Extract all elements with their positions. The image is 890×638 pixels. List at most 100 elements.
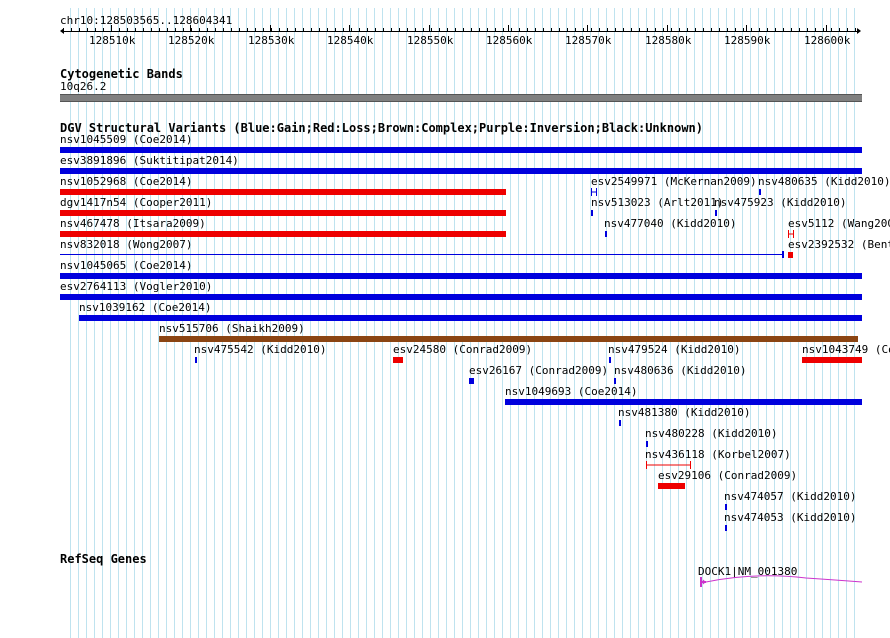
dgv-feature-label[interactable]: nsv1049693 (Coe2014) — [505, 386, 637, 398]
ruler-minor-tick — [639, 28, 640, 31]
dgv-feature-label[interactable]: nsv480228 (Kidd2010) — [645, 428, 777, 440]
dgv-feature-label[interactable]: esv24580 (Conrad2009) — [393, 344, 532, 356]
dgv-feature-bar[interactable] — [614, 378, 616, 384]
dgv-feature-label[interactable]: nsv1052968 (Coe2014) — [60, 176, 192, 188]
ruler-minor-tick — [727, 28, 728, 31]
dgv-feature-label[interactable]: nsv1039162 (Coe2014) — [79, 302, 211, 314]
dgv-feature-label[interactable]: nsv513023 (Arlt2011) — [591, 197, 723, 209]
dgv-feature-bar[interactable] — [60, 210, 506, 216]
grid-line — [494, 8, 495, 638]
dgv-feature-bar[interactable] — [60, 231, 506, 237]
dgv-feature-label[interactable]: esv5112 (Wang2008 — [788, 218, 890, 230]
ruler-minor-tick — [855, 28, 856, 31]
dgv-feature-label[interactable]: nsv515706 (Shaikh2009) — [159, 323, 305, 335]
dgv-feature-bar[interactable] — [60, 294, 862, 300]
dgv-feature-label[interactable]: nsv477040 (Kidd2010) — [604, 218, 736, 230]
grid-line — [838, 8, 839, 638]
dgv-feature-label[interactable]: nsv481380 (Kidd2010) — [618, 407, 750, 419]
ruler-minor-tick — [783, 28, 784, 31]
ruler-minor-tick — [711, 28, 712, 31]
dgv-feature-bar[interactable] — [759, 189, 761, 195]
dgv-feature-bar[interactable] — [591, 188, 598, 196]
dgv-feature-label[interactable]: nsv475542 (Kidd2010) — [194, 344, 326, 356]
dgv-feature-label[interactable]: nsv1045509 (Coe2014) — [60, 134, 192, 146]
ruler-minor-tick — [167, 28, 168, 31]
dgv-feature-bar[interactable] — [609, 357, 611, 363]
dgv-feature-bar[interactable] — [605, 231, 607, 237]
ruler-major-tick — [667, 25, 668, 31]
dgv-feature-label[interactable]: nsv436118 (Korbel2007) — [645, 449, 791, 461]
ruler-minor-tick — [791, 28, 792, 31]
ruler-minor-tick — [279, 28, 280, 31]
dgv-feature-bar[interactable] — [788, 230, 795, 238]
dgv-feature-bar[interactable] — [195, 357, 197, 363]
ruler-minor-tick — [823, 28, 824, 31]
ruler-minor-tick — [215, 28, 216, 31]
grid-line — [150, 8, 151, 638]
ruler-major-tick — [746, 25, 747, 31]
dgv-feature-label[interactable]: dgv1417n54 (Cooper2011) — [60, 197, 212, 209]
ruler-right-arrow — [857, 28, 861, 34]
dgv-feature-bar[interactable] — [646, 461, 692, 469]
cytoband-bar[interactable] — [60, 94, 862, 102]
ruler-minor-tick — [359, 28, 360, 31]
dgv-feature-bar[interactable] — [591, 210, 593, 216]
dgv-feature-label[interactable]: nsv480636 (Kidd2010) — [614, 365, 746, 377]
dgv-feature-label[interactable]: nsv467478 (Itsara2009) — [60, 218, 206, 230]
dgv-feature-label[interactable]: esv3891896 (Suktitipat2014) — [60, 155, 239, 167]
dgv-feature-bar[interactable] — [60, 254, 782, 255]
grid-line — [590, 8, 591, 638]
dgv-feature-label[interactable]: esv29106 (Conrad2009) — [658, 470, 797, 482]
dgv-feature-label[interactable]: nsv1045065 (Coe2014) — [60, 260, 192, 272]
dgv-feature-label[interactable]: nsv832018 (Wong2007) — [60, 239, 192, 251]
grid-line — [438, 8, 439, 638]
dgv-feature-bar[interactable] — [393, 357, 403, 363]
dgv-feature-label[interactable]: nsv474053 (Kidd2010) — [724, 512, 856, 524]
dgv-feature-bar[interactable] — [715, 210, 717, 216]
ruler-minor-tick — [231, 28, 232, 31]
gene-model[interactable] — [696, 574, 866, 590]
ruler-minor-tick — [559, 28, 560, 31]
ruler-major-tick — [587, 25, 588, 31]
dgv-feature-bar[interactable] — [469, 378, 474, 384]
ruler-minor-tick — [119, 28, 120, 31]
grid-line — [534, 8, 535, 638]
dgv-feature-label[interactable]: esv2764113 (Vogler2010) — [60, 281, 212, 293]
dgv-feature-bar[interactable] — [646, 441, 648, 447]
grid-line — [422, 8, 423, 638]
ruler-minor-tick — [535, 28, 536, 31]
grid-line — [806, 8, 807, 638]
dgv-feature-label[interactable]: esv2549971 (McKernan2009) — [591, 176, 757, 188]
dgv-feature-bar[interactable] — [505, 399, 862, 405]
dgv-feature-bar[interactable] — [79, 315, 862, 321]
dgv-feature-label[interactable]: esv26167 (Conrad2009) — [469, 365, 608, 377]
dgv-feature-label[interactable]: nsv480635 (Kidd2010) — [758, 176, 890, 188]
ruler-minor-tick — [351, 28, 352, 31]
dgv-feature-bar[interactable] — [725, 525, 727, 531]
dgv-feature-label[interactable]: nsv479524 (Kidd2010) — [608, 344, 740, 356]
ruler-tick-label: 128600k — [804, 34, 851, 47]
ruler-minor-tick — [455, 28, 456, 31]
dgv-feature-label[interactable]: esv2392532 (Bentl — [788, 239, 890, 251]
dgv-feature-bar[interactable] — [60, 168, 862, 174]
dgv-feature-bar[interactable] — [619, 420, 621, 426]
dgv-feature-label[interactable]: nsv475923 (Kidd2010) — [714, 197, 846, 209]
genome-browser-view: chr10:128503565..128604341 128510k 128520… — [0, 0, 890, 638]
dgv-feature-bar[interactable] — [60, 147, 862, 153]
dgv-feature-label[interactable]: nsv474057 (Kidd2010) — [724, 491, 856, 503]
dgv-feature-bar[interactable] — [725, 504, 727, 510]
grid-line — [782, 8, 783, 638]
dgv-feature-bar[interactable] — [802, 357, 862, 363]
ruler-minor-tick — [503, 28, 504, 31]
dgv-feature-bar[interactable] — [788, 252, 793, 258]
dgv-feature-label[interactable]: nsv1043749 (Coe — [802, 344, 890, 356]
dgv-feature-bar[interactable] — [658, 483, 685, 489]
ruler-minor-tick — [191, 28, 192, 31]
dgv-feature-bar[interactable] — [159, 336, 858, 342]
dgv-feature-bar[interactable] — [60, 189, 506, 195]
dgv-feature-end-mark — [782, 251, 784, 258]
grid-line — [558, 8, 559, 638]
dgv-feature-bar[interactable] — [60, 273, 862, 279]
grid-line — [358, 8, 359, 638]
ruler-minor-tick — [647, 28, 648, 31]
